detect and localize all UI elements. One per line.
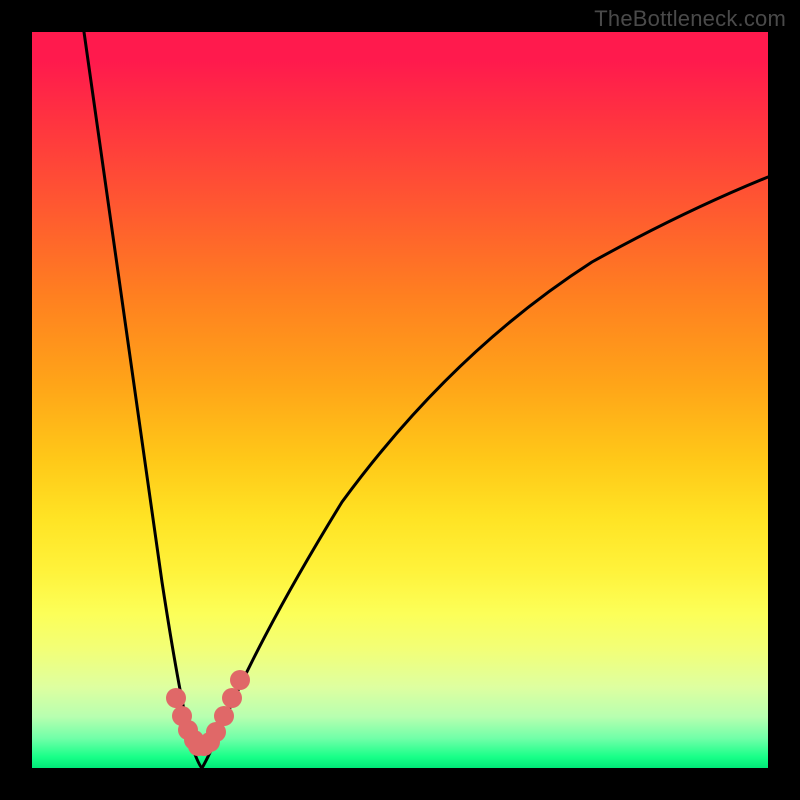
curve-left-branch [84,32,202,768]
chart-frame: TheBottleneck.com [0,0,800,800]
chart-plot-area [32,32,768,768]
chart-svg [32,32,768,768]
watermark-text: TheBottleneck.com [594,6,786,32]
curve-right-branch [202,177,768,768]
